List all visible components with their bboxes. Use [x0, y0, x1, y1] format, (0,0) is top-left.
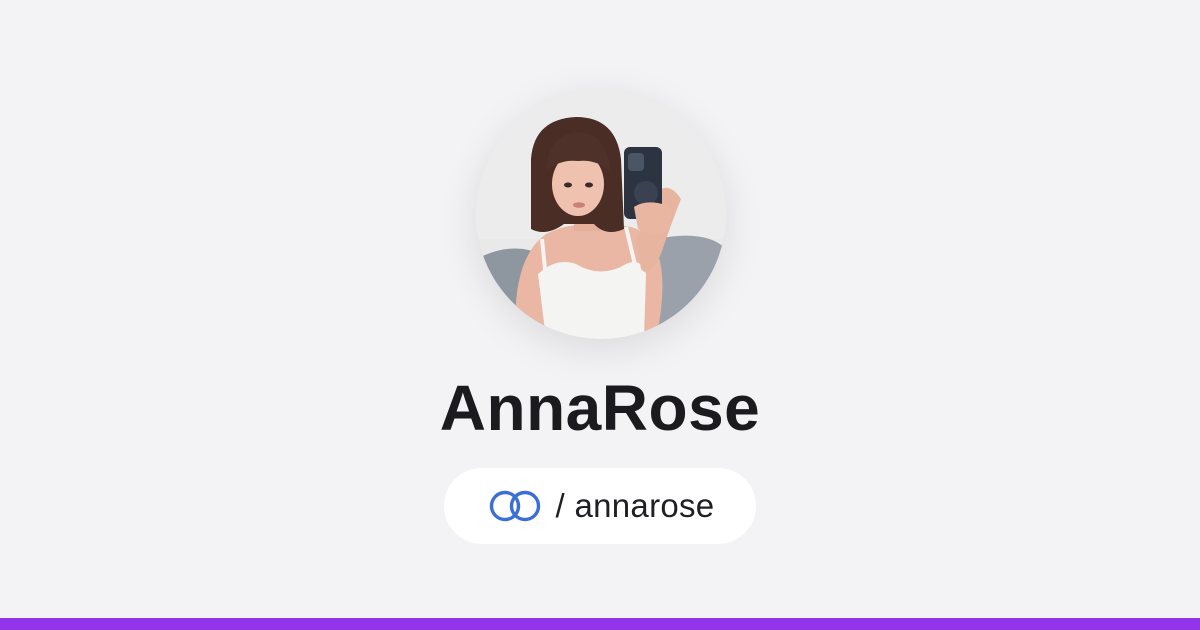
chain-link-icon: [489, 490, 540, 522]
profile-link-pill[interactable]: / annarose: [444, 468, 756, 544]
profile-card: AnnaRose / annarose: [0, 0, 1200, 618]
profile-handle: / annarose: [555, 487, 715, 524]
accent-bar: [0, 618, 1200, 630]
avatar-photo: [476, 89, 726, 339]
profile-avatar: [476, 89, 726, 339]
profile-name: AnnaRose: [439, 372, 761, 444]
